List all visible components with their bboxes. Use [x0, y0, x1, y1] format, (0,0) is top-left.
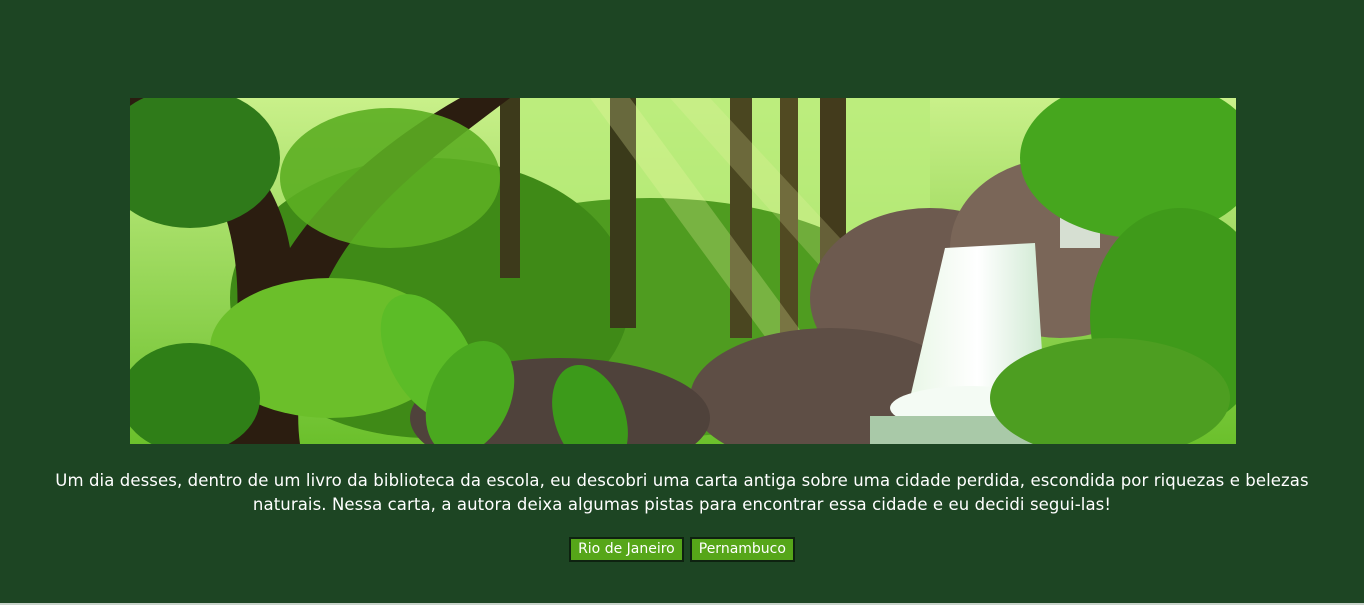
- page: Um dia desses, dentro de um livro da bib…: [0, 0, 1364, 605]
- choice-buttons: Rio de Janeiro Pernambuco: [0, 537, 1364, 562]
- pernambuco-button[interactable]: Pernambuco: [689, 537, 795, 562]
- forest-waterfall-illustration: [130, 98, 1236, 444]
- story-paragraph: Um dia desses, dentro de um livro da bib…: [55, 471, 1309, 514]
- rio-de-janeiro-button[interactable]: Rio de Janeiro: [569, 537, 684, 562]
